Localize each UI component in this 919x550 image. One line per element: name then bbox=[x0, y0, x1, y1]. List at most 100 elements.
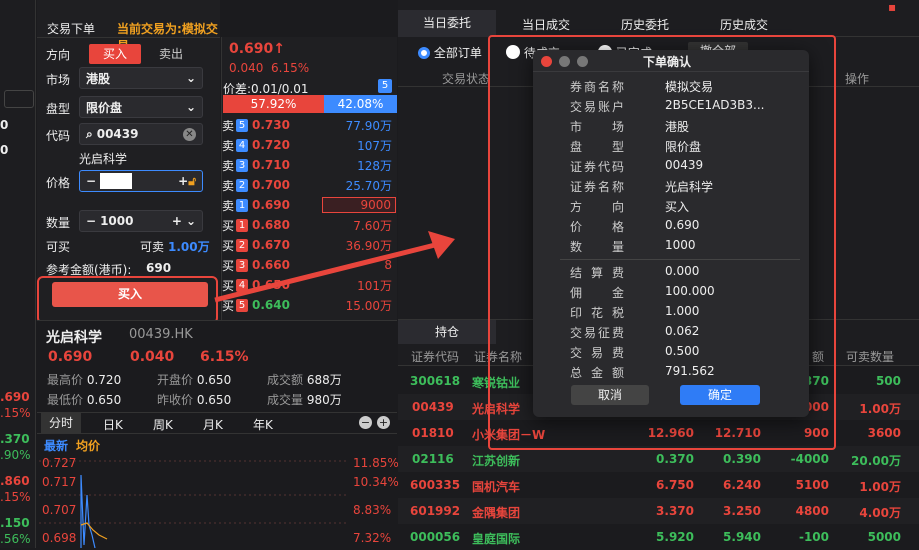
cell-cost: 3.370 bbox=[656, 504, 694, 518]
cell-cost: 5.920 bbox=[656, 530, 694, 544]
order-type-value: 限价盘 bbox=[86, 100, 123, 115]
left-strip-value: .90% bbox=[0, 448, 31, 462]
sell-tab[interactable]: 卖出 bbox=[145, 44, 197, 64]
cell-amount: -4000 bbox=[790, 452, 829, 466]
ask-level: 4 bbox=[236, 138, 248, 152]
dialog-key: 数量 bbox=[570, 240, 624, 254]
dialog-key: 市场 bbox=[570, 120, 624, 134]
ask-price: 0.690 bbox=[252, 198, 290, 212]
annotation-arrow bbox=[214, 231, 455, 303]
chevron-down-icon[interactable]: ⌄ bbox=[186, 214, 196, 228]
dialog-value: 2B5CE1AD3B3... bbox=[665, 98, 765, 112]
lock-icon[interactable]: 🔓︎ bbox=[188, 174, 196, 189]
dialog-value: 0.690 bbox=[665, 218, 700, 232]
cell-amount: 4800 bbox=[795, 504, 829, 518]
ask-price: 0.730 bbox=[252, 118, 290, 132]
left-strip-value: .860 bbox=[0, 474, 30, 488]
ref-amount-value: 690 bbox=[146, 261, 172, 275]
clear-icon[interactable]: ✕ bbox=[183, 127, 196, 141]
plus-icon[interactable]: + bbox=[172, 214, 182, 228]
order-type-select[interactable]: 限价盘 ⌄ bbox=[79, 96, 203, 118]
quote-change-value: 0.040 bbox=[229, 61, 264, 75]
ask-volume: 107万 bbox=[357, 138, 392, 153]
buy-tab[interactable]: 买入 bbox=[89, 44, 141, 64]
stock-info: 光启科学 00439.HK 0.690 0.040 6.15% 最高价 0.72… bbox=[37, 320, 397, 412]
cell-cost: 0.370 bbox=[656, 452, 694, 466]
order-tabs: 当日委托 当日成交 历史委托 历史成交 ▪ bbox=[398, 0, 919, 37]
code-input[interactable]: ⌕ 00439 ✕ bbox=[79, 123, 203, 145]
cancel-button[interactable]: 取消 bbox=[571, 385, 649, 405]
level-badge: 5 bbox=[378, 79, 392, 93]
zoom-out-icon[interactable]: − bbox=[359, 416, 372, 429]
stock-price: 0.690 bbox=[48, 349, 93, 365]
open-row: 开盘价 0.650 bbox=[157, 371, 231, 388]
table-row[interactable]: 000056 皇庭国际 5.920 5.940 -100 5000 bbox=[398, 524, 919, 550]
ask-row[interactable]: 卖 4 0.720 107万 bbox=[222, 135, 396, 155]
prev-label: 昨收价 bbox=[157, 393, 194, 407]
quote-price-value: 0.690 bbox=[229, 41, 274, 57]
turnover-value: 688万 bbox=[306, 373, 342, 387]
tab-today-orders[interactable]: 当日委托 bbox=[398, 10, 496, 37]
tab-today-trades[interactable]: 当日成交 bbox=[522, 16, 570, 33]
fee-row: 总金额 791.562 bbox=[570, 364, 800, 384]
ask-row[interactable]: 卖 3 0.710 128万 bbox=[222, 155, 396, 175]
ask-volume: 25.70万 bbox=[345, 178, 392, 193]
ask-row[interactable]: 卖 2 0.700 25.70万 bbox=[222, 175, 396, 195]
quote-pct: 6.15% bbox=[271, 61, 310, 75]
tab-history-orders[interactable]: 历史委托 bbox=[621, 16, 669, 33]
fee-value: 0.062 bbox=[665, 324, 700, 338]
ask-row[interactable]: 卖 1 0.690 9000 bbox=[222, 195, 396, 215]
ask-label: 卖 bbox=[222, 198, 235, 213]
col-status: 交易状态 bbox=[442, 72, 491, 86]
tab-weekly-k[interactable]: 周K bbox=[153, 416, 173, 433]
tab-yearly-k[interactable]: 年K bbox=[253, 416, 273, 433]
price-input[interactable] bbox=[100, 173, 133, 189]
ask-level: 2 bbox=[236, 178, 248, 192]
stock-name-label: 光启科学 bbox=[79, 152, 128, 166]
ask-row[interactable]: 卖 5 0.730 77.90万 bbox=[222, 115, 396, 135]
fee-row: 交易征费 0.062 bbox=[570, 324, 800, 344]
plus-icon[interactable]: + bbox=[178, 174, 188, 188]
filter-all[interactable]: 全部订单 bbox=[418, 44, 482, 61]
qty-value: 1000 bbox=[100, 214, 134, 228]
open-value: 0.650 bbox=[196, 373, 232, 387]
tab-intraday[interactable]: 分时 bbox=[41, 413, 81, 434]
prev-value: 0.650 bbox=[196, 393, 232, 407]
fee-row: 结算费 0.000 bbox=[570, 264, 800, 284]
table-row[interactable]: 600335 国机汽车 6.750 6.240 5100 1.00万 bbox=[398, 472, 919, 498]
cell-sellable: 1.00万 bbox=[859, 480, 901, 494]
table-row[interactable]: 601992 金隅集团 3.370 3.250 4800 4.00万 bbox=[398, 498, 919, 524]
tab-monthly-k[interactable]: 月K bbox=[203, 416, 223, 433]
tab-daily-k[interactable]: 日K bbox=[103, 416, 123, 433]
dialog-row: 券商名称 模拟交易 bbox=[570, 78, 800, 98]
left-strip-value: .370 bbox=[0, 432, 30, 446]
cell-code: 00439 bbox=[412, 400, 454, 414]
fee-row: 交易费 0.500 bbox=[570, 344, 800, 364]
zoom-in-icon[interactable]: + bbox=[377, 416, 390, 429]
dialog-row: 价格 0.690 bbox=[570, 218, 800, 238]
dialog-value: 00439 bbox=[665, 158, 704, 172]
qty-stepper[interactable]: −1000 + ⌄ bbox=[79, 210, 203, 232]
left-strip-value: .15% bbox=[0, 490, 31, 504]
dialog-row: 市场 港股 bbox=[570, 118, 800, 138]
minus-icon[interactable]: − bbox=[86, 214, 96, 228]
minus-icon[interactable]: − bbox=[86, 174, 96, 188]
search-icon: ⌕ bbox=[86, 126, 93, 141]
intraday-chart: 最新 均价 0.727 0.717 0.707 0.698 11.85% 10.… bbox=[37, 435, 399, 548]
left-strip-item bbox=[4, 90, 34, 108]
fee-value: 1.000 bbox=[665, 304, 700, 318]
dialog-key: 盘型 bbox=[570, 140, 624, 154]
price-stepper[interactable]: − + 🔓︎ bbox=[79, 170, 203, 192]
market-select[interactable]: 港股 ⌄ bbox=[79, 67, 203, 89]
close-icon[interactable]: ▪ bbox=[888, 0, 896, 14]
ask-label: 卖 bbox=[222, 118, 235, 133]
tab-history-trades[interactable]: 历史成交 bbox=[720, 16, 768, 33]
high-label: 最高价 bbox=[47, 373, 84, 387]
order-panel: 交易下单 当前交易为:模拟交易 方向 买入 卖出 市场 港股⌄ 盘型 限价盘⌄ … bbox=[37, 0, 220, 324]
cell-name: 国机汽车 bbox=[472, 480, 521, 494]
confirm-button[interactable]: 确定 bbox=[680, 385, 760, 405]
price-line bbox=[39, 460, 347, 548]
tab-holdings[interactable]: 持仓 bbox=[398, 320, 496, 344]
buy-button[interactable]: 买入 bbox=[52, 282, 208, 307]
cell-amount: 5100 bbox=[795, 478, 829, 492]
